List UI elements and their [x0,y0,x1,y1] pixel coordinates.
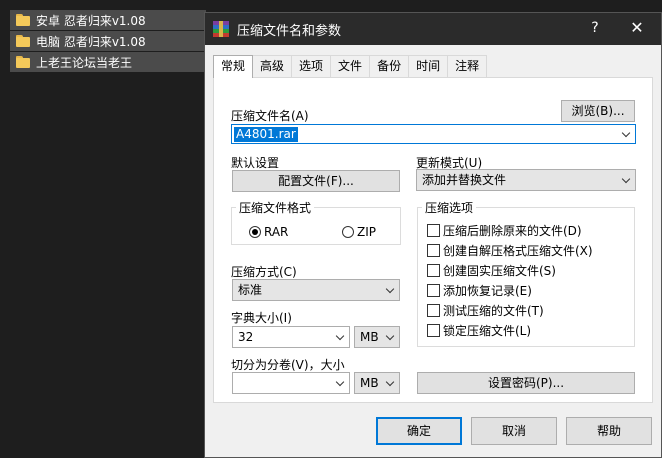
tab-files[interactable]: 文件 [330,55,371,77]
format-rar-label: RAR [264,225,289,239]
file-list: 安卓 忍者归来v1.08 电脑 忍者归来v1.08 上老王论坛当老王 [10,10,206,73]
chevron-down-icon[interactable] [623,130,631,138]
winrar-icon [213,21,229,37]
archive-name-input[interactable]: A4801.rar [231,124,636,144]
option-label: 创建自解压格式压缩文件(X) [443,244,593,258]
option-recovery[interactable]: 添加恢复记录(E) [427,282,532,299]
cancel-button[interactable]: 取消 [471,417,557,445]
method-label: 压缩方式(C) [231,265,297,279]
method-select[interactable]: 标准 [232,279,400,301]
format-rar-radio[interactable]: RAR [249,225,288,239]
tab-general[interactable]: 常规 [213,55,254,78]
file-name: 安卓 忍者归来v1.08 [36,13,146,28]
list-item[interactable]: 安卓 忍者归来v1.08 [10,10,206,30]
archive-dialog: 压缩文件名和参数 ? ✕ 常规 高级 选项 文件 备份 时间 注释 压缩文件名(… [204,12,662,458]
default-settings-label: 默认设置 [231,156,280,170]
folder-icon [16,35,30,47]
tab-time[interactable]: 时间 [408,55,449,77]
file-name: 电脑 忍者归来v1.08 [36,34,146,49]
format-zip-radio[interactable]: ZIP [342,225,376,239]
dictionary-unit-value: MB [360,330,379,344]
method-value: 标准 [238,283,263,297]
update-mode-value: 添加并替换文件 [422,173,507,187]
option-lock[interactable]: 锁定压缩文件(L) [427,322,531,339]
chevron-down-icon [337,333,345,341]
dictionary-size-select[interactable]: 32 [232,326,350,348]
archive-name-label: 压缩文件名(A) [231,109,309,123]
option-label: 压缩后删除原来的文件(D) [443,224,582,238]
split-size-input[interactable] [232,372,350,394]
chevron-down-icon [623,176,631,184]
checkbox-icon [427,224,440,237]
title-bar[interactable]: 压缩文件名和参数 ? ✕ [205,13,661,45]
checkbox-icon [427,244,440,257]
chevron-down-icon [337,379,345,387]
list-item[interactable]: 上老王论坛当老王 [10,52,206,72]
chevron-down-icon [387,333,395,341]
close-icon[interactable]: ✕ [627,18,647,37]
checkbox-icon [427,264,440,277]
checkbox-icon [427,284,440,297]
archive-name-value: A4801.rar [234,127,298,142]
dictionary-size-value: 32 [238,330,254,344]
option-solid[interactable]: 创建固实压缩文件(S) [427,262,556,279]
option-sfx[interactable]: 创建自解压格式压缩文件(X) [427,242,593,259]
chevron-down-icon [387,286,395,294]
tab-options[interactable]: 选项 [291,55,332,77]
update-mode-select[interactable]: 添加并替换文件 [416,169,636,191]
general-panel: 压缩文件名(A) 浏览(B)... A4801.rar 默认设置 配置文件(F)… [213,77,653,403]
checkbox-icon [427,324,440,337]
ok-button[interactable]: 确定 [376,417,462,445]
option-label: 添加恢复记录(E) [443,284,532,298]
format-zip-label: ZIP [357,225,376,239]
option-delete-after[interactable]: 压缩后删除原来的文件(D) [427,222,582,239]
option-label: 创建固实压缩文件(S) [443,264,556,278]
folder-icon [16,14,30,26]
list-item[interactable]: 电脑 忍者归来v1.08 [10,31,206,51]
help-icon[interactable]: ? [585,20,605,36]
tab-advanced[interactable]: 高级 [252,55,293,77]
option-test[interactable]: 测试压缩的文件(T) [427,302,544,319]
option-label: 测试压缩的文件(T) [443,304,544,318]
split-unit-select[interactable]: MB [354,372,400,394]
chevron-down-icon [387,379,395,387]
dictionary-label: 字典大小(I) [231,311,292,325]
folder-icon [16,56,30,68]
help-button[interactable]: 帮助 [566,417,652,445]
format-group-title: 压缩文件格式 [236,199,315,216]
option-label: 锁定压缩文件(L) [443,324,532,338]
tab-comment[interactable]: 注释 [447,55,488,77]
split-unit-value: MB [360,376,379,390]
split-label: 切分为分卷(V)，大小 [231,358,345,372]
options-group-title: 压缩选项 [422,199,477,216]
file-name: 上老王论坛当老王 [36,55,133,70]
dictionary-unit-select[interactable]: MB [354,326,400,348]
checkbox-icon [427,304,440,317]
dialog-title: 压缩文件名和参数 [237,23,342,39]
radio-selected-icon [249,226,261,238]
set-password-button[interactable]: 设置密码(P)... [417,372,635,394]
browse-button[interactable]: 浏览(B)... [561,100,635,122]
radio-icon [342,226,354,238]
profiles-button[interactable]: 配置文件(F)... [232,170,400,192]
tab-backup[interactable]: 备份 [369,55,410,77]
tab-bar: 常规 高级 选项 文件 备份 时间 注释 [213,55,488,78]
